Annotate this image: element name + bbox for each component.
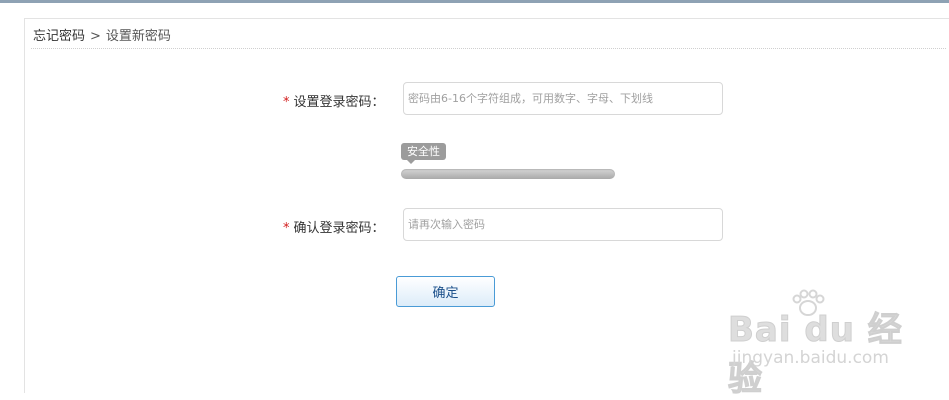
breadcrumb: 忘记密码 > 设置新密码 xyxy=(33,25,171,44)
password-label: 设置登录密码： xyxy=(293,95,385,110)
password-required-mark: * xyxy=(283,95,290,110)
confirm-button[interactable]: 确定 xyxy=(396,276,495,307)
breadcrumb-separator: > xyxy=(90,29,101,44)
top-border xyxy=(0,0,949,3)
breadcrumb-forgot-password[interactable]: 忘记密码 xyxy=(33,29,85,44)
confirm-password-input[interactable] xyxy=(403,208,723,241)
reset-password-panel: 忘记密码 > 设置新密码 * 设置登录密码： 安全性 * 确认登录密码： 确定 xyxy=(24,18,949,393)
breadcrumb-current: 设置新密码 xyxy=(105,29,171,44)
breadcrumb-divider xyxy=(31,48,946,49)
password-label-group: * 设置登录密码： xyxy=(283,91,385,110)
confirm-required-mark: * xyxy=(283,221,290,236)
password-input[interactable] xyxy=(403,82,723,115)
strength-meter-bar xyxy=(401,169,615,179)
confirm-label-group: * 确认登录密码： xyxy=(283,217,385,236)
strength-label: 安全性 xyxy=(401,143,446,164)
confirm-password-label: 确认登录密码： xyxy=(293,221,385,236)
